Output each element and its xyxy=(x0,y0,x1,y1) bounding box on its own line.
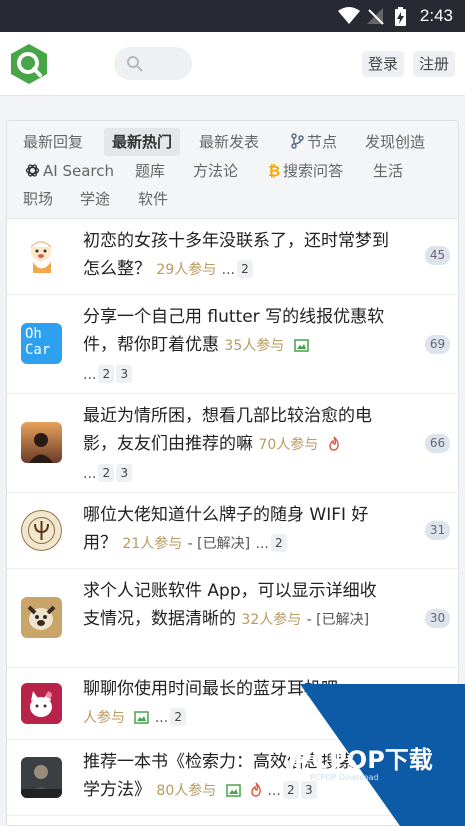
page-link[interactable]: 3 xyxy=(116,464,133,482)
page-link[interactable]: 2 xyxy=(98,365,115,383)
participants-count: 80人参与 xyxy=(156,783,217,799)
search-icon xyxy=(127,56,143,72)
clock: 2:43 xyxy=(419,6,453,25)
avatar[interactable] xyxy=(21,235,62,276)
fire-icon xyxy=(251,782,261,797)
tab-workplace[interactable]: 职场 xyxy=(23,185,53,213)
reply-count-badge: 69 xyxy=(425,335,450,354)
no-signal-icon xyxy=(367,8,384,25)
tab-life[interactable]: 生活 xyxy=(373,157,403,185)
reply-count-badge: 45 xyxy=(425,246,450,265)
search-input[interactable] xyxy=(114,47,192,80)
register-button[interactable]: 注册 xyxy=(413,51,456,77)
participants-count: 70人参与 xyxy=(258,437,319,453)
image-icon xyxy=(225,784,241,797)
avatar[interactable] xyxy=(21,757,62,798)
page-ellipsis: ... xyxy=(83,466,97,482)
page-ellipsis: ... xyxy=(154,710,169,726)
image-icon xyxy=(134,711,150,724)
tab-question-bank[interactable]: 题库 xyxy=(135,157,165,185)
topic-item[interactable]: 哪位大佬知道什么牌子的随身 WIFI 好用？ 21人参与 - [已解决] ...… xyxy=(7,493,458,569)
reply-count-badge: 30 xyxy=(425,609,450,628)
portrait-avatar-icon xyxy=(21,757,62,798)
page-link[interactable]: 2 xyxy=(98,464,115,482)
tab-search-qa[interactable]: ₿ 搜索问答 xyxy=(268,157,343,185)
avatar[interactable]: Oh Car xyxy=(21,323,62,364)
topic-panel: 最新回复 最新热门 最新发表 节点 发现创造 AI Search 题库 方法论 … xyxy=(6,120,459,826)
reply-count-badge: 31 xyxy=(425,521,450,540)
avatar[interactable] xyxy=(21,597,62,638)
page-link[interactable]: 2 xyxy=(170,708,187,726)
emblem-avatar-icon xyxy=(21,510,62,551)
page-link[interactable]: 2 xyxy=(237,260,253,278)
solved-tag: - [已解决] xyxy=(187,536,251,552)
topic-title[interactable]: 初恋的女孩十多年没联系了，还时常梦到怎么整？ xyxy=(83,231,389,279)
tab-bar: 最新回复 最新热门 最新发表 节点 发现创造 AI Search 题库 方法论 … xyxy=(7,121,458,219)
page-ellipsis: ... xyxy=(255,536,269,552)
tab-ai-search[interactable]: AI Search xyxy=(25,157,114,185)
page-link[interactable]: 3 xyxy=(116,365,133,383)
logo-icon[interactable] xyxy=(8,43,50,85)
cartoon-cat-avatar-icon xyxy=(21,683,62,724)
image-icon xyxy=(293,339,309,352)
page-link[interactable]: 2 xyxy=(270,534,287,552)
tab-hot[interactable]: 最新热门 xyxy=(104,128,181,156)
topic-item[interactable]: Oh Car 分享一个自己用 flutter 写的线报优惠软件，帮你盯着优惠 3… xyxy=(7,295,458,394)
topic-item[interactable]: 求个人记账软件 App，可以显示详细收支情况，数据清晰的 32人参与 - [已解… xyxy=(7,569,458,668)
participants-count: 29人参与 xyxy=(156,262,217,278)
wifi-icon xyxy=(338,7,360,24)
solved-tag: - [已解决] xyxy=(306,612,370,628)
cartoon-avatar-icon xyxy=(21,235,62,276)
avatar[interactable] xyxy=(21,422,62,463)
page-ellipsis: ... xyxy=(83,367,97,383)
avatar[interactable] xyxy=(21,510,62,551)
participants-count: 人参与 xyxy=(83,710,125,726)
tab-methodology[interactable]: 方法论 xyxy=(193,157,238,185)
tab-study[interactable]: 学途 xyxy=(80,185,110,213)
reply-count-badge: 66 xyxy=(425,434,450,453)
fire-icon xyxy=(328,436,339,451)
login-button[interactable]: 登录 xyxy=(362,51,405,77)
pet-avatar-icon xyxy=(21,597,62,638)
participants-count: 35人参与 xyxy=(224,338,285,354)
app-header: 登录 注册 xyxy=(0,32,465,96)
page-ellipsis: ... xyxy=(267,783,281,799)
tab-nodes-label: 节点 xyxy=(307,133,338,151)
topic-item[interactable]: 最近为情所困，想看几部比较治愈的电影，友友们由推荐的嘛 70人参与 ... 2 3 … xyxy=(7,394,458,493)
battery-charging-icon xyxy=(395,7,406,26)
topic-item[interactable]: 聊聊你使用时间最长的蓝牙耳机吧 人参与 ... 2 xyxy=(7,668,458,740)
svg-text:₿: ₿ xyxy=(268,162,280,178)
page-ellipsis: ... xyxy=(221,262,235,278)
tab-search-qa-label: 搜索问答 xyxy=(283,162,344,180)
page-link[interactable]: 2 xyxy=(282,781,299,799)
topic-item[interactable]: 初恋的女孩十多年没联系了，还时常梦到怎么整？ 29人参与 ... 2 45 xyxy=(7,219,458,295)
branch-icon xyxy=(291,133,304,149)
silhouette-avatar-icon xyxy=(21,422,62,463)
page-link[interactable]: 3 xyxy=(300,781,317,799)
topic-item[interactable]: 推荐一本书《检索力：高效信息搜索的科学方法》 80人参与 ... 2 3 xyxy=(7,740,458,816)
topic-title[interactable]: 聊聊你使用时间最长的蓝牙耳机吧 xyxy=(83,679,338,699)
tab-nodes[interactable]: 节点 xyxy=(290,128,337,156)
participants-count: 32人参与 xyxy=(241,612,302,628)
tab-discover[interactable]: 发现创造 xyxy=(365,128,425,156)
participants-count: 21人参与 xyxy=(122,536,183,552)
tab-software[interactable]: 软件 xyxy=(138,185,168,213)
avatar[interactable] xyxy=(21,683,62,724)
tab-latest-posts[interactable]: 最新发表 xyxy=(199,128,259,156)
tab-latest-replies[interactable]: 最新回复 xyxy=(23,128,83,156)
status-bar: 2:43 xyxy=(0,0,465,32)
bitcoin-icon: ₿ xyxy=(268,162,280,178)
tab-ai-search-label: AI Search xyxy=(43,162,114,180)
ai-flower-icon xyxy=(25,164,40,177)
